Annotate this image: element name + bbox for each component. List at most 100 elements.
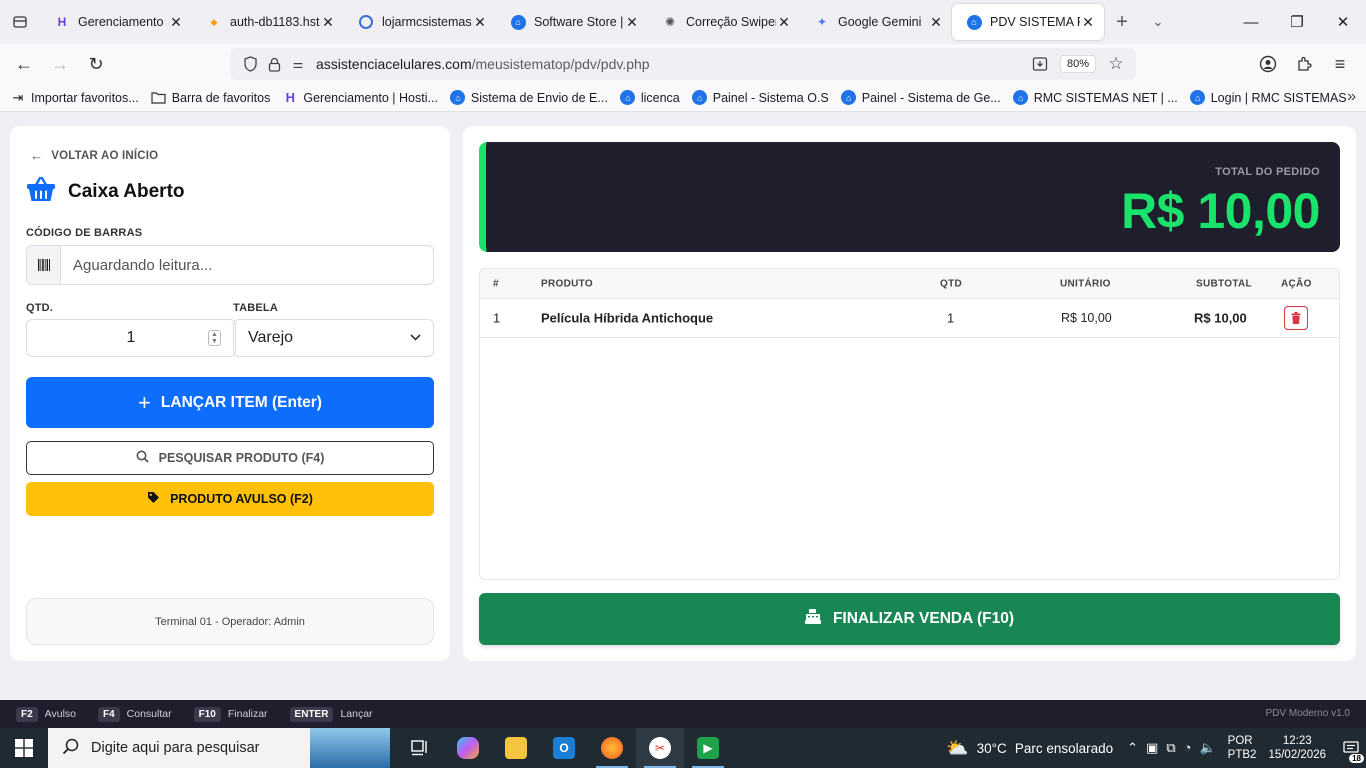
task-view-icon[interactable]	[396, 728, 444, 768]
tab-list-icon[interactable]	[0, 0, 40, 44]
weather-partly-sunny-icon: ⛅	[946, 737, 969, 758]
chevron-up-icon[interactable]: ⌃	[1127, 740, 1138, 756]
bookmark-item[interactable]: H Gerenciamento | Hosti...	[282, 90, 438, 106]
close-icon[interactable]: ✕	[472, 14, 488, 31]
minimize-icon[interactable]: —	[1228, 0, 1274, 44]
shortcut-bar: F2 Avulso F4 Consultar F10 Finalizar ENT…	[0, 700, 1366, 728]
bookmark-item[interactable]: ⌂ Sistema de Envio de E...	[450, 90, 608, 106]
bookmark-item[interactable]: ⌂ RMC SISTEMAS NET | ...	[1013, 90, 1178, 106]
house-icon: ⌂	[1190, 90, 1206, 106]
close-icon[interactable]: ✕	[320, 14, 336, 31]
tabela-label: TABELA	[233, 302, 278, 314]
browser-tab[interactable]: ✦ Google Gemini ✕	[800, 4, 952, 40]
browser-tab[interactable]: ◆ auth-db1183.hstg ✕	[192, 4, 344, 40]
browser-tab[interactable]: lojarmcsistemas - ✕	[344, 4, 496, 40]
clock[interactable]: 12:23 15/02/2026	[1268, 734, 1326, 762]
total-label: TOTAL DO PEDIDO	[1215, 166, 1320, 178]
close-icon[interactable]: ✕	[168, 14, 184, 31]
shortcut-label: Finalizar	[227, 708, 268, 720]
zoom-level[interactable]: 80%	[1059, 55, 1096, 73]
items-table: # PRODUTO QTD UNITÁRIO SUBTOTAL AÇÃO 1 P…	[479, 268, 1340, 580]
finalizar-venda-button[interactable]: FINALIZAR VENDA (F10)	[479, 593, 1340, 645]
notification-count: 18	[1349, 754, 1364, 763]
bookmark-item[interactable]: ⌂ Painel - Sistema de Ge...	[841, 90, 1001, 106]
bookmark-label: Painel - Sistema O.S	[712, 90, 829, 105]
app-tools-icon[interactable]: ✂	[636, 728, 684, 768]
close-icon[interactable]: ✕	[928, 14, 944, 31]
new-tab-button[interactable]: +	[1104, 4, 1140, 40]
reload-icon[interactable]: ↻	[78, 46, 114, 82]
bookmark-item[interactable]: ⇥ Importar favoritos...	[10, 90, 139, 106]
firefox-icon[interactable]	[588, 728, 636, 768]
bookmark-item[interactable]: ⌂ licenca	[620, 90, 680, 106]
tab-title: Software Store | S	[534, 15, 624, 29]
copilot-icon[interactable]	[444, 728, 492, 768]
volume-icon[interactable]: 🔈	[1199, 740, 1215, 756]
browser-tab[interactable]: ✺ Correção Swiper I ✕	[648, 4, 800, 40]
restore-icon[interactable]: ❐	[1274, 0, 1320, 44]
close-icon[interactable]: ✕	[624, 14, 640, 31]
file-explorer-icon[interactable]	[492, 728, 540, 768]
notifications-icon[interactable]: 18	[1336, 741, 1366, 763]
windows-start-icon[interactable]	[0, 728, 48, 768]
close-window-icon[interactable]: ✕	[1320, 0, 1366, 44]
browser-tabs: H Gerenciamento | H ✕ ◆ auth-db1183.hstg…	[40, 0, 1104, 44]
browser-tab-active[interactable]: ⌂ PDV SISTEMA PRO ✕	[952, 4, 1104, 40]
browser-tab[interactable]: H Gerenciamento | H ✕	[40, 4, 192, 40]
barcode-input[interactable]	[61, 246, 433, 284]
pesquisar-produto-button[interactable]: PESQUISAR PRODUTO (F4)	[26, 441, 434, 475]
qty-value: 1	[126, 329, 136, 346]
menu-icon[interactable]: ≡	[1322, 48, 1358, 80]
browser-tab[interactable]: ⌂ Software Store | S ✕	[496, 4, 648, 40]
spinner-arrows-icon[interactable]: ▲ ▼	[208, 330, 221, 346]
tab-title: Correção Swiper I	[686, 15, 776, 29]
close-icon[interactable]: ✕	[1080, 14, 1096, 31]
language-indicator[interactable]: POR PTB2	[1228, 734, 1257, 762]
extensions-icon[interactable]	[1286, 48, 1322, 80]
bookmark-label: licenca	[640, 90, 680, 105]
chevron-double-right-icon[interactable]: »	[1347, 88, 1356, 106]
display-icon[interactable]: ⧉	[1166, 740, 1175, 756]
star-icon[interactable]: ☆	[1104, 52, 1128, 76]
chevron-down-icon[interactable]: ⌄	[1140, 4, 1176, 40]
produto-avulso-button[interactable]: PRODUTO AVULSO (F2)	[26, 482, 434, 516]
col-header-num: #	[493, 278, 499, 289]
permissions-icon[interactable]: ⚌	[286, 52, 310, 76]
lock-icon[interactable]	[262, 52, 286, 76]
house-icon: ⌂	[692, 90, 708, 106]
forward-icon[interactable]: →	[42, 46, 78, 82]
barcode-icon	[27, 246, 61, 284]
bookmark-item[interactable]: ⌂ Painel - Sistema O.S	[692, 90, 829, 106]
wifi-icon[interactable]: ◔	[1184, 740, 1192, 756]
folder-icon	[151, 90, 167, 106]
shortcut-item: F10 Finalizar	[193, 706, 268, 722]
shortcut-key: F4	[98, 706, 120, 722]
device-icon[interactable]: ▣	[1146, 740, 1158, 756]
close-icon[interactable]: ✕	[776, 14, 792, 31]
bookmark-label: Importar favoritos...	[31, 90, 139, 105]
back-to-home-link[interactable]: ← VOLTAR AO INÍCIO	[30, 148, 158, 163]
download-page-icon[interactable]	[1028, 52, 1052, 76]
cell-unitario: R$ 10,00	[1061, 311, 1112, 325]
chatgpt-icon: ✺	[664, 15, 676, 29]
shortcut-label: Avulso	[44, 708, 76, 720]
avulso-label: PRODUTO AVULSO (F2)	[170, 492, 313, 506]
shield-icon[interactable]	[238, 52, 262, 76]
back-icon[interactable]: ←	[6, 46, 42, 82]
house-icon: ⌂	[1013, 90, 1029, 106]
window-controls: — ❐ ✕	[1228, 0, 1366, 44]
cash-register-icon	[804, 609, 821, 629]
search-highlight-image	[310, 728, 390, 768]
bookmark-item[interactable]: ⌂ Login | RMC SISTEMAS	[1190, 90, 1347, 106]
lancar-label: LANÇAR ITEM (Enter)	[160, 393, 322, 411]
shield-app-icon[interactable]: ▶	[684, 728, 732, 768]
tabela-select[interactable]: Varejo	[233, 319, 434, 357]
weather-widget[interactable]: ⛅ 30°C Parc ensolarado	[946, 738, 1113, 759]
lancar-item-button[interactable]: + LANÇAR ITEM (Enter)	[26, 377, 434, 428]
url-bar[interactable]: ⚌ assistenciacelulares.com/meusistematop…	[230, 48, 1136, 80]
outlook-icon[interactable]: O	[540, 728, 588, 768]
bookmark-item[interactable]: Barra de favoritos	[151, 90, 270, 106]
account-icon[interactable]	[1250, 48, 1286, 80]
taskbar-search[interactable]: Digite aqui para pesquisar	[48, 728, 390, 768]
quantity-stepper[interactable]: 1 ▲ ▼	[26, 319, 236, 357]
